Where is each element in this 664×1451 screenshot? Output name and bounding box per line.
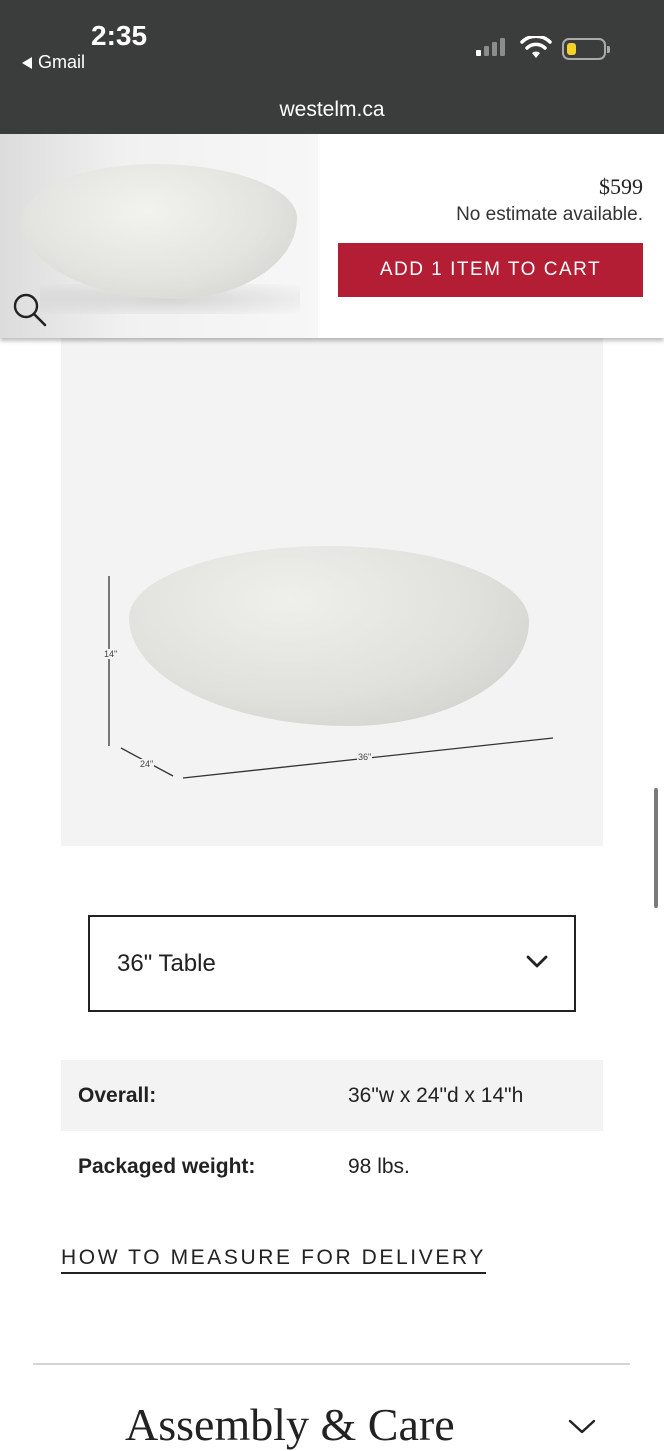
url-bar[interactable]: westelm.ca — [0, 98, 664, 122]
browser-top-bar: 2:35 Gmail westelm.ca — [0, 0, 664, 134]
back-arrow-icon — [22, 56, 32, 69]
add-to-cart-button[interactable]: ADD 1 ITEM TO CART — [338, 243, 643, 297]
section-divider — [33, 1363, 630, 1365]
signal-icon — [476, 38, 505, 56]
page-scrollbar[interactable] — [654, 788, 658, 908]
assembly-care-heading[interactable]: Assembly & Care — [125, 1398, 455, 1451]
back-to-app-link[interactable]: Gmail — [22, 52, 85, 73]
product-thumbnail[interactable] — [0, 134, 318, 338]
spec-row-weight: Packaged weight: 98 lbs. — [61, 1131, 603, 1202]
wifi-icon — [520, 36, 552, 58]
product-price: $599 — [599, 174, 643, 199]
measure-for-delivery-link[interactable]: HOW TO MEASURE FOR DELIVERY — [61, 1246, 486, 1274]
spec-value: 98 lbs. — [348, 1154, 410, 1178]
dimension-lines — [108, 576, 554, 779]
status-time: 2:35 — [91, 20, 148, 51]
delivery-estimate: No estimate available. — [456, 204, 643, 225]
dimension-image: 14" 24" 36" — [61, 338, 603, 846]
back-app-label: Gmail — [38, 52, 86, 72]
battery-icon — [562, 38, 610, 60]
spec-row-overall: Overall: 36"w x 24"d x 14"h — [61, 1060, 603, 1131]
chevron-down-icon[interactable] — [567, 1418, 597, 1436]
spec-label: Overall: — [78, 1083, 157, 1107]
sticky-product-header: $599 No estimate available. ADD 1 ITEM T… — [0, 134, 664, 338]
search-icon[interactable] — [12, 292, 48, 328]
height-dimension-label: 14" — [103, 649, 119, 659]
width-dimension-label: 36" — [357, 752, 373, 762]
size-select[interactable]: 36" Table — [88, 915, 576, 1012]
spec-value: 36"w x 24"d x 14"h — [348, 1083, 524, 1107]
spec-label: Packaged weight: — [78, 1154, 256, 1178]
depth-dimension-label: 24" — [139, 759, 155, 769]
chevron-down-icon — [526, 955, 548, 968]
size-select-value: 36" Table — [117, 949, 216, 977]
